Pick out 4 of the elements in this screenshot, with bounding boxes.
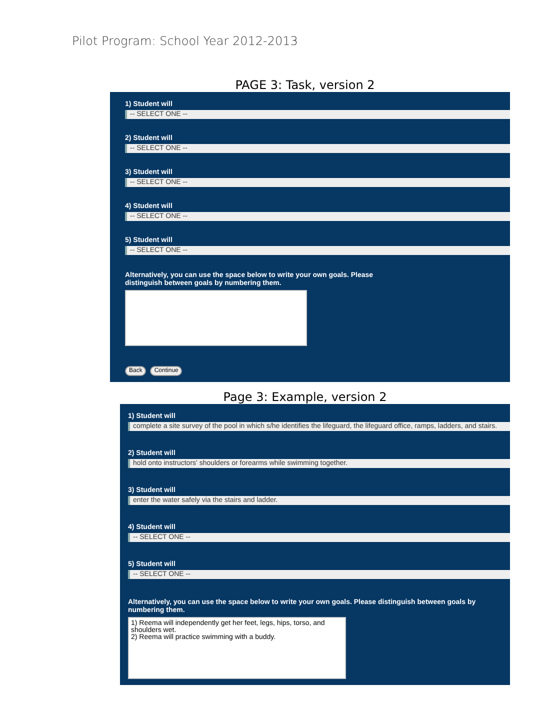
page-header: Pilot Program: School Year 2012-2013 bbox=[72, 34, 299, 48]
section-title: Page 3: Example, version 2 bbox=[222, 390, 387, 404]
goals-textarea[interactable] bbox=[125, 290, 307, 346]
section-title: PAGE 3: Task, version 2 bbox=[234, 78, 375, 92]
